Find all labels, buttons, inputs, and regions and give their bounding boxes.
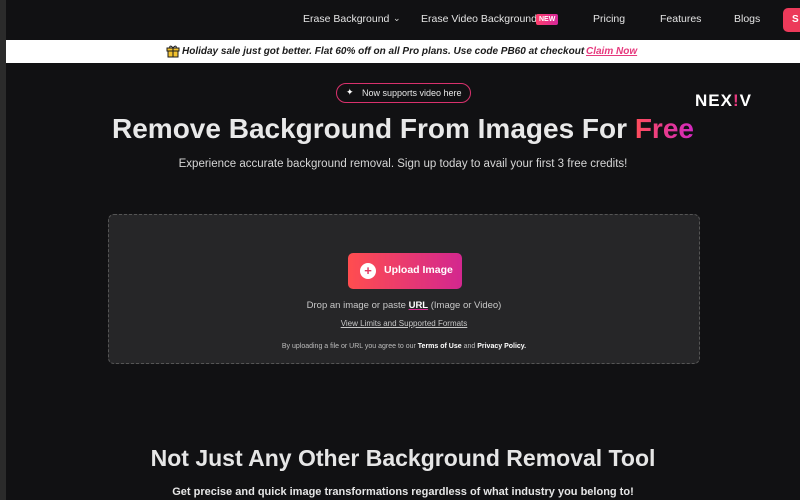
page: Erase Background ⌄ Erase Video Backgroun… <box>6 0 800 500</box>
upload-image-button[interactable]: + Upload Image <box>348 253 462 289</box>
page-title: Remove Background From Images For Free <box>112 113 694 144</box>
upload-dropzone[interactable]: + Upload Image Drop an image or paste UR… <box>108 214 700 364</box>
paste-url-link[interactable]: URL <box>409 300 429 311</box>
new-badge: NEW <box>536 14 559 25</box>
video-support-pill[interactable]: ✦ Now supports video here <box>336 83 471 103</box>
nav-blogs[interactable]: Blogs <box>734 13 760 25</box>
promo-text: Holiday sale just got better. Flat 60% o… <box>182 46 585 57</box>
promo-banner: Holiday sale just got better. Flat 60% o… <box>6 40 800 63</box>
privacy-policy-link[interactable]: Privacy Policy. <box>477 343 526 350</box>
terms-of-use-link[interactable]: Terms of Use <box>418 343 462 350</box>
hero-subtitle: Experience accurate background removal. … <box>178 158 628 170</box>
drop-instructions: Drop an image or paste URL (Image or Vid… <box>306 300 502 311</box>
terms-notice: By uploading a file or URL you agree to … <box>281 343 527 350</box>
chevron-down-icon[interactable]: ⌄ <box>393 13 401 24</box>
pill-text: Now supports video here <box>362 88 462 98</box>
section-title: Not Just Any Other Background Removal To… <box>150 445 656 471</box>
view-limits-link[interactable]: View Limits and Supported Formats <box>109 319 699 328</box>
signup-button[interactable]: S <box>783 8 800 32</box>
nav-erase-video-background[interactable]: Erase Video Background <box>421 13 537 25</box>
brand-logo: NEX!V <box>695 91 752 110</box>
nav-pricing[interactable]: Pricing <box>593 13 625 25</box>
upload-button-label: Upload Image <box>384 264 453 276</box>
sparkle-icon: ✦ <box>346 87 354 97</box>
top-nav: Erase Background ⌄ Erase Video Backgroun… <box>6 0 800 40</box>
claim-now-link[interactable]: Claim Now <box>586 46 637 57</box>
section-subtitle: Get precise and quick image transformati… <box>172 486 634 498</box>
gift-icon <box>166 45 180 58</box>
nav-features[interactable]: Features <box>660 13 701 25</box>
nav-erase-background[interactable]: Erase Background <box>303 13 389 25</box>
plus-icon: + <box>360 263 376 279</box>
